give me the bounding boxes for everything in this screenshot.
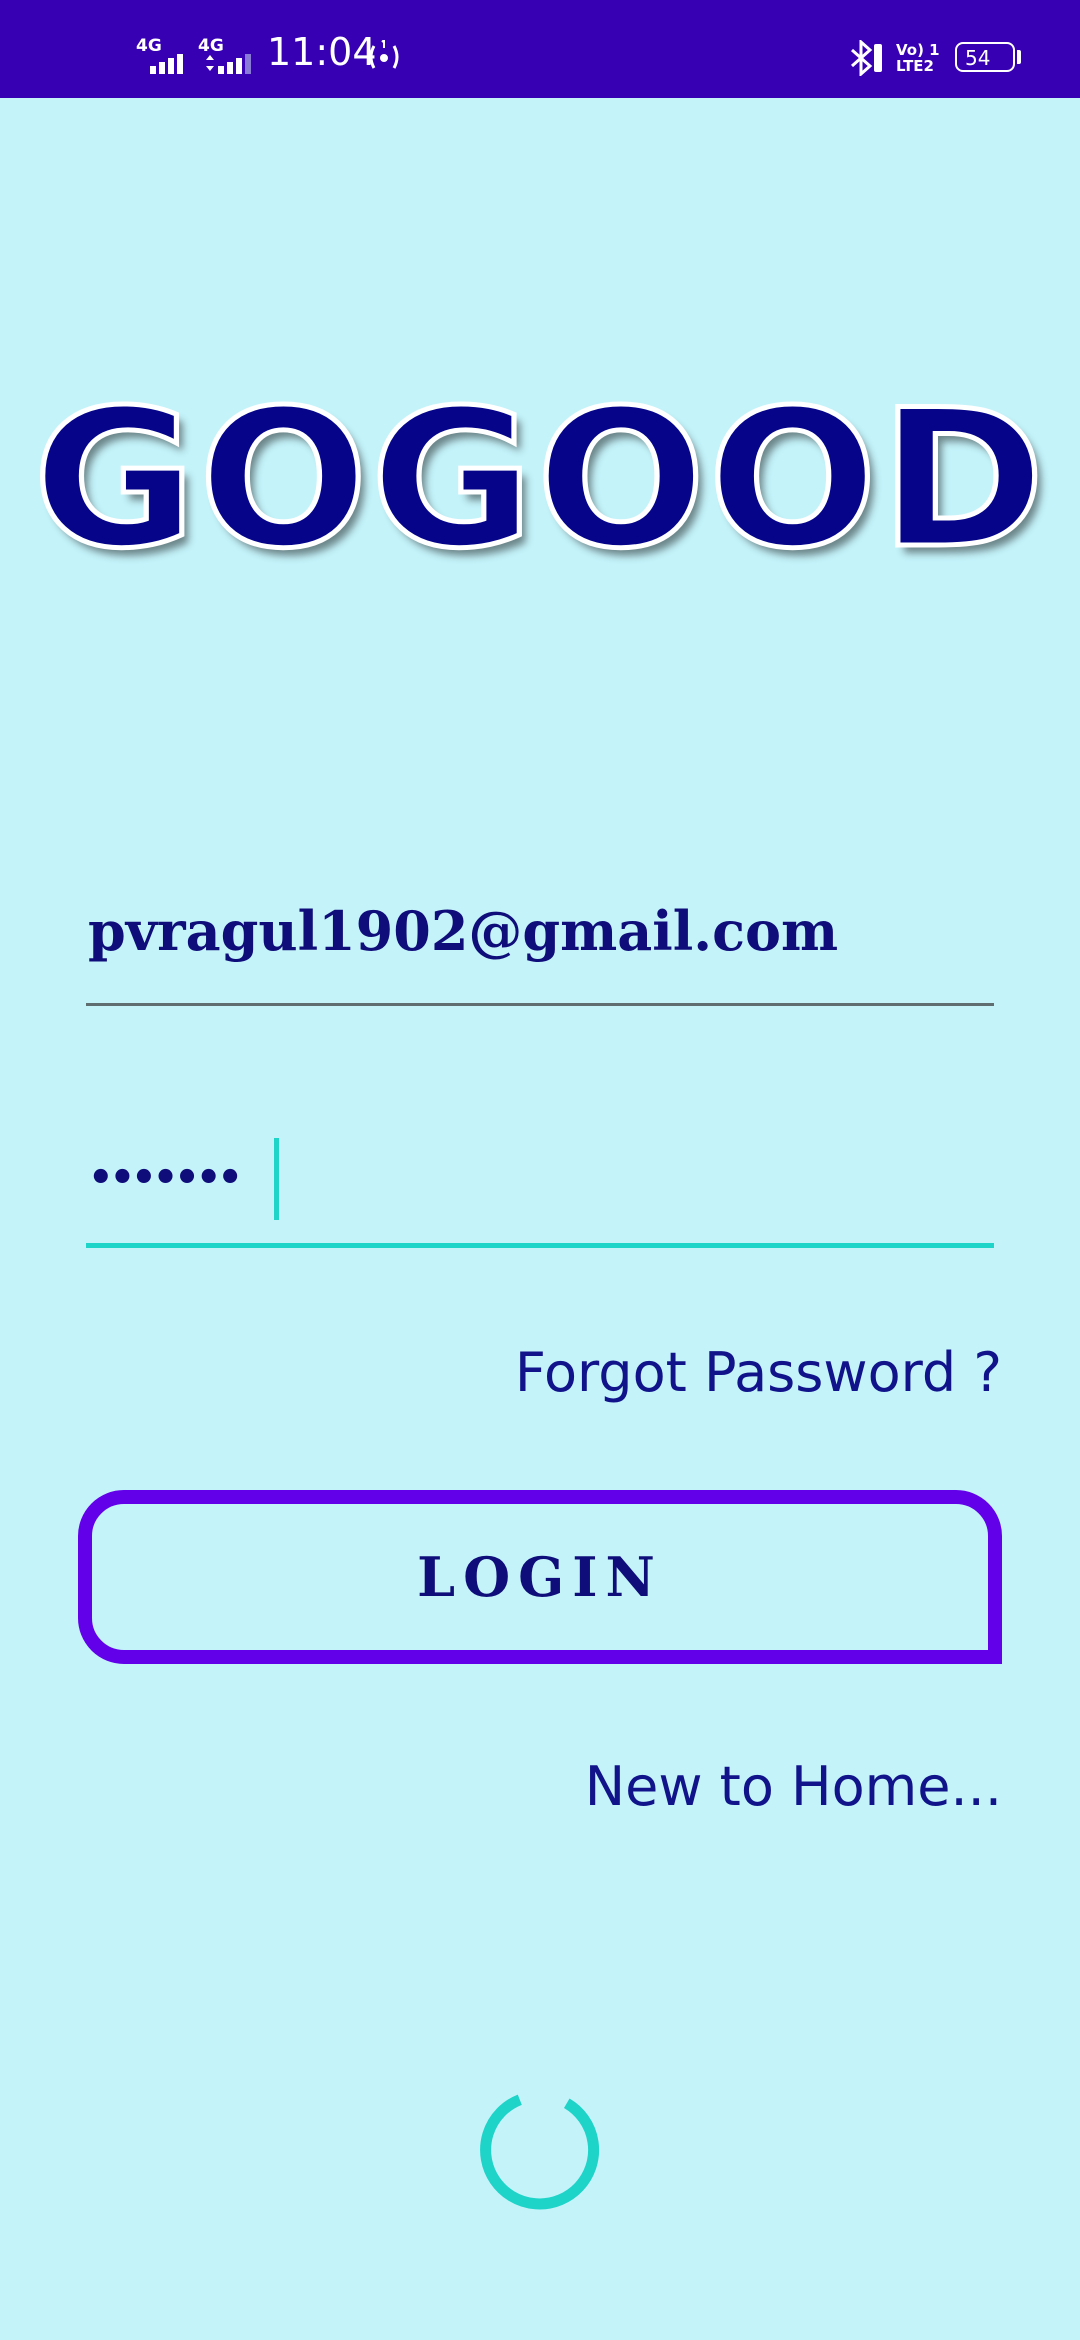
login-button-label: LOGIN	[417, 1545, 663, 1609]
text-cursor	[274, 1138, 279, 1220]
battery-level: 54	[965, 46, 991, 70]
status-bar: 4G 4G 11:04 Vo) 1 LTE2 54	[0, 0, 1080, 98]
email-field[interactable]: pvragul1902@gmail.com	[86, 886, 994, 1006]
status-time: 11:04	[267, 30, 377, 74]
password-value: •••••••	[88, 1155, 243, 1201]
app-logo: GOGOOD	[30, 369, 1048, 590]
forgot-password-link[interactable]: Forgot Password ?	[515, 1338, 1002, 1408]
loading-spinner-icon	[478, 2088, 602, 2212]
bluetooth-icon	[846, 38, 886, 80]
signal-strength-sim1-icon: 4G	[136, 38, 196, 74]
volte-indicator: Vo) 1 LTE2	[896, 41, 940, 75]
hotspot-icon	[366, 37, 402, 78]
login-button[interactable]: LOGIN	[78, 1490, 1002, 1664]
battery-icon: 54	[955, 42, 1015, 72]
new-to-home-link[interactable]: New to Home...	[585, 1752, 1002, 1822]
email-value: pvragul1902@gmail.com	[88, 899, 839, 963]
password-field[interactable]: •••••••	[86, 1120, 994, 1248]
signal-strength-sim2-icon: 4G	[198, 38, 258, 74]
battery-tip	[1017, 50, 1021, 64]
